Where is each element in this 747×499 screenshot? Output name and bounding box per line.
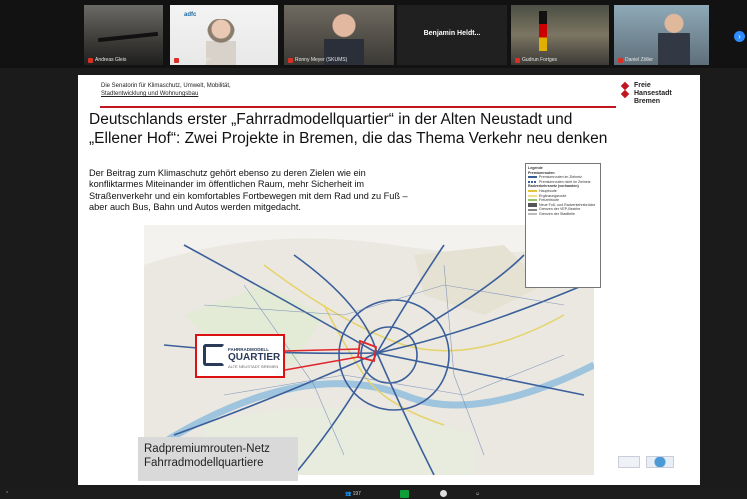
fahrradmodellquartier-logo: FAHRRADMODELL QUARTIER ALTE NEUSTADT BRE…	[195, 334, 285, 378]
audio-icon[interactable]: ⌃	[5, 490, 9, 498]
map-caption: Radpremiumrouten-Netz Fahrradmodellquart…	[138, 437, 298, 481]
german-flag	[539, 11, 547, 51]
zoom-meeting-window: Andreas Gleis adfc Ulrike Oelzen Ronny M…	[0, 0, 747, 499]
participant-tile[interactable]: adfc Ulrike Oelzen	[170, 5, 278, 65]
bremen-logo: Freie Hansestadt Bremen	[620, 81, 672, 106]
map-legend: Legende Premiumrouten Premiumrouten im Z…	[525, 163, 601, 288]
participant-name: Andreas Gleis	[95, 57, 127, 63]
muted-mic-icon	[174, 57, 179, 63]
muted-mic-icon	[88, 57, 93, 63]
quartier-q-icon	[203, 344, 225, 366]
adfc-logo: adfc	[184, 12, 197, 18]
muted-mic-icon	[515, 57, 520, 63]
muted-mic-icon	[288, 57, 293, 63]
participant-tile[interactable]: Gudrun Fortges	[511, 5, 609, 65]
participant-name: Ulrike Oelzen	[181, 57, 212, 63]
slide-title: Deutschlands erster „Fahrradmodellquarti…	[89, 111, 608, 147]
video-content	[97, 31, 159, 43]
participant-name: Benjamin Heldt...	[423, 30, 481, 37]
bremen-key-icon	[620, 81, 630, 104]
globe-logo	[646, 456, 674, 468]
reactions-icon[interactable]: ☺	[475, 490, 480, 498]
organization-name: Die Senatorin für Klimaschutz, Umwelt, M…	[101, 83, 231, 97]
slide-intro-text: Der Beitrag zum Klimaschutz gehört ebens…	[89, 168, 408, 212]
participant-tile[interactable]: Daniel Zöller	[614, 5, 709, 65]
participant-tile[interactable]: Andreas Gleis	[84, 5, 163, 65]
muted-mic-icon	[618, 57, 623, 63]
ministry-logo	[618, 456, 640, 468]
participant-name: Daniel Zöller	[625, 57, 654, 63]
participant-strip: Andreas Gleis adfc Ulrike Oelzen Ronny M…	[0, 0, 747, 68]
meeting-toolbar: ⌃ 👥 197 ☺	[0, 489, 747, 499]
share-screen-button[interactable]	[400, 490, 409, 498]
next-page-icon[interactable]: ›	[734, 31, 745, 42]
funder-logos	[618, 456, 674, 468]
record-button[interactable]	[440, 490, 447, 497]
participant-tile[interactable]: Ronny Meyer (SKUMS)	[284, 5, 394, 65]
participant-tile[interactable]: Benjamin Heldt...	[397, 5, 507, 65]
participant-video	[658, 13, 690, 65]
participants-button[interactable]: 👥 197	[345, 490, 361, 498]
header-divider	[100, 106, 616, 108]
participant-name: Gudrun Fortges	[522, 57, 558, 63]
shared-screen-slide: Die Senatorin für Klimaschutz, Umwelt, M…	[78, 75, 700, 485]
participant-name: Ronny Meyer (SKUMS)	[295, 57, 348, 63]
people-icon: 👥	[345, 491, 352, 497]
